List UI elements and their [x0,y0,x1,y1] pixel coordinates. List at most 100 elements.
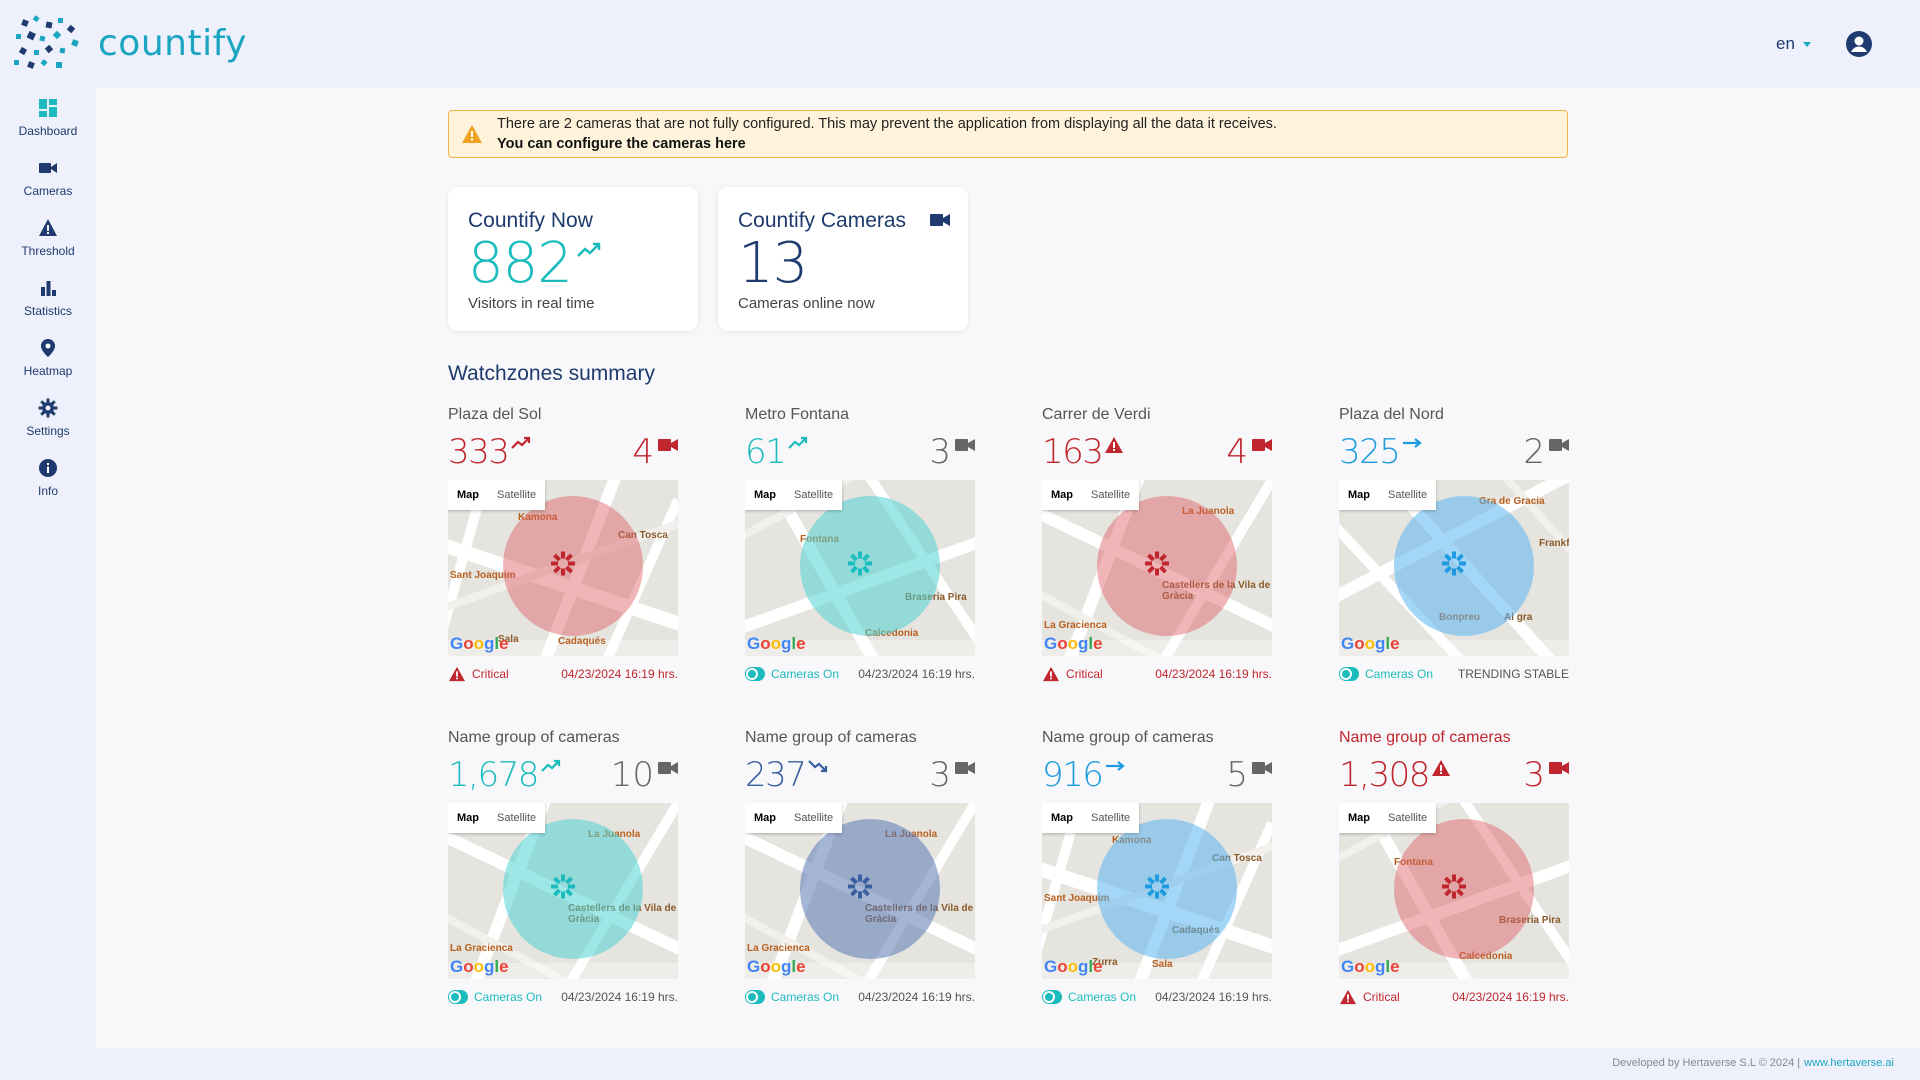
watchzone-map[interactable]: La JuanolaCastellers de la Vila de Gràci… [448,803,678,979]
google-logo: Google [1341,957,1400,976]
visitor-count: 1,678 [448,755,539,795]
sidebar-item-threshold[interactable]: Threshold [0,208,96,268]
top-bar: countify en [0,0,1920,88]
watchzone-timestamp: 04/23/2024 16:19 hrs. [561,667,678,681]
watchzone-status: Cameras On [745,990,839,1004]
watchzone-card[interactable]: Name group of cameras 1,308 3 Fontana Braser… [1339,729,1569,1009]
google-logo: Google [1044,957,1103,976]
sidebar-item-label: Threshold [21,244,75,258]
watchzone-card[interactable]: Plaza del Sol 333 4 Kamona Can Tosca Sant Joa… [448,406,678,686]
map-poi-label: Cadaqués [558,636,606,647]
watchzone-timestamp: 04/23/2024 16:19 hrs. [858,667,975,681]
gear-icon [38,398,58,418]
sidebar-item-settings[interactable]: Settings [0,388,96,448]
map-view-button[interactable]: Map [745,489,785,501]
map-view-button[interactable]: Map [448,489,488,501]
cameras-on-toggle-icon[interactable] [1042,990,1062,1004]
map-view-button[interactable]: Map [1339,489,1379,501]
watchzone-name: Name group of cameras [448,729,620,746]
watchzone-marker [846,550,874,583]
watchzone-map[interactable]: La JuanolaCastellers de la Vila de Gràci… [1042,480,1272,656]
trending-up-icon [788,436,808,449]
camera-count: 2 [1523,432,1545,472]
watchzone-cameras: 3 [929,755,975,795]
sidebar-item-heatmap[interactable]: Heatmap [0,328,96,388]
watchzone-card[interactable]: Name group of cameras 916 5 KamonaCan Tosca… [1042,729,1272,1009]
cameras-on-toggle-icon[interactable] [745,990,765,1004]
logo-mark-icon [14,15,79,69]
satellite-view-button[interactable]: Satellite [785,489,842,501]
google-logo: Google [747,957,806,976]
hertaverse-link[interactable]: www.hertaverse.ai [1804,1057,1894,1069]
configure-cameras-link[interactable]: You can configure the cameras here [497,134,1277,154]
status-label: Cameras On [1365,667,1434,681]
watchzone-card[interactable]: Carrer de Verdi 163 4 La Juanola Castellers … [1042,406,1272,686]
sidebar-item-statistics[interactable]: Statistics [0,268,96,328]
trending-up-icon [541,759,560,772]
map-view-button[interactable]: Map [1042,812,1082,824]
camera-icon [658,762,678,774]
watchzone-timestamp: TRENDING STABLE [1457,667,1569,681]
sidebar-item-label: Cameras [23,184,73,198]
visitor-count: 333 [448,432,510,472]
watchzone-cameras: 3 [929,432,975,472]
alert-triangle-icon [449,666,465,682]
sidebar-item-cameras[interactable]: Cameras [0,148,96,208]
watchzone-stats: 333 4 [448,430,678,474]
alert-triangle-icon [1043,666,1059,682]
watchzone-map[interactable]: Gra de GraciaFrankfuBonpreuAl graMapSate… [1339,480,1569,656]
watchzone-map[interactable]: FontanaBraseria PiraCalcedoniaMapSatelli… [745,480,975,656]
watchzone-marker-icon [1442,874,1466,899]
user-account-icon[interactable] [1845,30,1873,58]
watchzone-map[interactable]: FontanaBraseria PiraCalcedoniaMapSatelli… [1339,803,1569,979]
map-view-button[interactable]: Map [745,812,785,824]
watchzone-count: 325 [1339,432,1423,472]
cameras-on-toggle-icon[interactable] [1339,667,1359,681]
watchzone-status: Cameras On [448,990,542,1004]
satellite-view-button[interactable]: Satellite [1379,489,1436,501]
trending-flat-icon [1403,438,1423,448]
visitor-count: 1,308 [1339,755,1430,795]
camera-icon [1549,439,1569,451]
watchzone-footer: Cameras On 04/23/2024 16:19 hrs. [745,662,975,686]
sidebar-item-label: Heatmap [23,364,73,378]
satellite-view-button[interactable]: Satellite [785,812,842,824]
watchzone-card[interactable]: Plaza del Nord 325 2 Gra de GraciaFrankfuBo… [1339,406,1569,686]
watchzone-stats: 237 3 [745,753,975,797]
watchzone-card[interactable]: Name group of cameras 1,678 10 La JuanolaCa… [448,729,678,1009]
trending-up-icon [577,242,601,257]
sidebar-item-info[interactable]: Info [0,448,96,508]
watchzone-map[interactable]: La JuanolaCastellers de la Vila de Gràci… [745,803,975,979]
watchzone-footer: Cameras On TRENDING STABLE [1339,662,1569,686]
google-logo: Google [450,634,509,653]
status-label: Cameras On [771,667,840,681]
sidebar-item-dashboard[interactable]: Dashboard [0,88,96,148]
cameras-on-toggle-icon[interactable] [745,667,765,681]
watchzone-timestamp: 04/23/2024 16:19 hrs. [1452,990,1569,1004]
satellite-view-button[interactable]: Satellite [1082,489,1139,501]
map-view-button[interactable]: Map [1339,812,1379,824]
cameras-on-toggle-icon[interactable] [448,990,468,1004]
countify-logo[interactable]: countify [12,14,247,72]
watchzone-marker [1440,873,1468,906]
watchzone-marker [549,873,577,906]
watchzone-map[interactable]: KamonaCan ToscaSant JoaquimZurraSalaCada… [1042,803,1272,979]
watchzone-cameras: 4 [1226,432,1272,472]
watchzone-card[interactable]: Name group of cameras 237 3 La JuanolaCaste… [745,729,975,1009]
map-view-button[interactable]: Map [448,812,488,824]
watchzone-map[interactable]: Kamona Can Tosca Sant Joaquim Sala Cadaqués M… [448,480,678,656]
satellite-view-button[interactable]: Satellite [488,489,545,501]
satellite-view-button[interactable]: Satellite [1082,812,1139,824]
watchzone-card[interactable]: Metro Fontana 61 3 FontanaBraseria PiraCalc… [745,406,975,686]
satellite-view-button[interactable]: Satellite [488,812,545,824]
watchzone-count: 61 [745,432,809,472]
map-view-button[interactable]: Map [1042,489,1082,501]
camera-count: 10 [610,755,654,795]
cameras-count: 13 [738,231,808,296]
language-selector[interactable]: en [1776,34,1811,54]
status-label: Cameras On [474,990,543,1004]
satellite-view-button[interactable]: Satellite [1379,812,1436,824]
camera-count: 5 [1226,755,1248,795]
google-logo: Google [747,634,806,653]
map-type-toggle: Map Satellite [1339,480,1437,510]
